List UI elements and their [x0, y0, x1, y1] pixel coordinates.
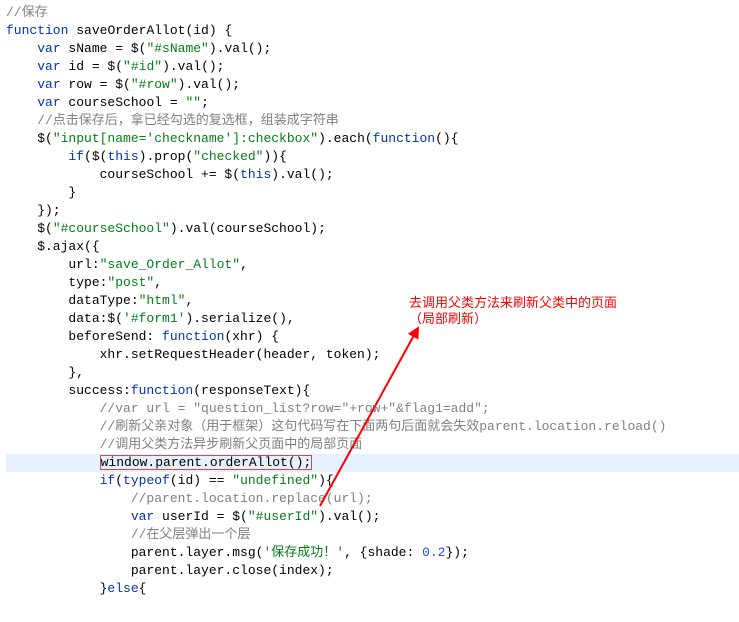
- code-line: var id = $("#id").val();: [6, 59, 224, 74]
- code-line: data:$('#form1').serialize(),: [6, 311, 295, 326]
- code-line: success:function(responseText){: [6, 383, 310, 398]
- code-line: }else{: [6, 581, 146, 596]
- code-line: var row = $("#row").val();: [6, 77, 240, 92]
- code-line: }: [6, 185, 76, 200]
- annotation-line1: 去调用父类方法来刷新父类中的页面: [409, 295, 617, 310]
- code-line: //调用父类方法异步刷新父页面中的局部页面: [6, 437, 362, 452]
- code-line: parent.layer.msg('保存成功！', {shade: 0.2});: [6, 545, 469, 560]
- code-line: beforeSend: function(xhr) {: [6, 329, 279, 344]
- code-line: dataType:"html",: [6, 293, 193, 308]
- code-line: //parent.location.replace(url);: [6, 491, 373, 506]
- code-line: var userId = $("#userId").val();: [6, 509, 381, 524]
- annotation-text: 去调用父类方法来刷新父类中的页面 （局部刷新）: [409, 295, 617, 327]
- boxed-code: window.parent.orderAllot();: [100, 455, 313, 470]
- code-line: //var url = "question_list?row="+row+"&f…: [6, 401, 490, 416]
- code-line: var sName = $("#sName").val();: [6, 41, 271, 56]
- code-line: //刷新父亲对象（用于框架）这句代码写在下面两句后面就会失效parent.loc…: [6, 419, 666, 434]
- code-line: },: [6, 365, 84, 380]
- annotation-line2: （局部刷新）: [409, 311, 487, 326]
- code-line: parent.layer.close(index);: [6, 563, 334, 578]
- code-line: type:"post",: [6, 275, 162, 290]
- code-line: });: [6, 203, 61, 218]
- code-line: //点击保存后，拿已经勾选的复选框，组装成字符串: [6, 113, 339, 128]
- code-line: $.ajax({: [6, 239, 100, 254]
- code-line: if(typeof(id) == "undefined"){: [6, 473, 334, 488]
- code-block: //保存 function saveOrderAllot(id) { var s…: [0, 0, 739, 598]
- code-line: //在父层弹出一个层: [6, 527, 250, 542]
- code-line: var courseSchool = "";: [6, 95, 209, 110]
- highlighted-line: window.parent.orderAllot();: [6, 454, 739, 472]
- code-line: $("#courseSchool").val(courseSchool);: [6, 221, 326, 236]
- code-line: $("input[name='checkname']:checkbox").ea…: [6, 131, 459, 146]
- code-line: if($(this).prop("checked")){: [6, 149, 287, 164]
- code-line: xhr.setRequestHeader(header, token);: [6, 347, 380, 362]
- code-line: //保存: [6, 5, 48, 20]
- code-line: courseSchool += $(this).val();: [6, 167, 334, 182]
- code-line: url:"save_Order_Allot",: [6, 257, 248, 272]
- code-line: function saveOrderAllot(id) {: [6, 23, 232, 38]
